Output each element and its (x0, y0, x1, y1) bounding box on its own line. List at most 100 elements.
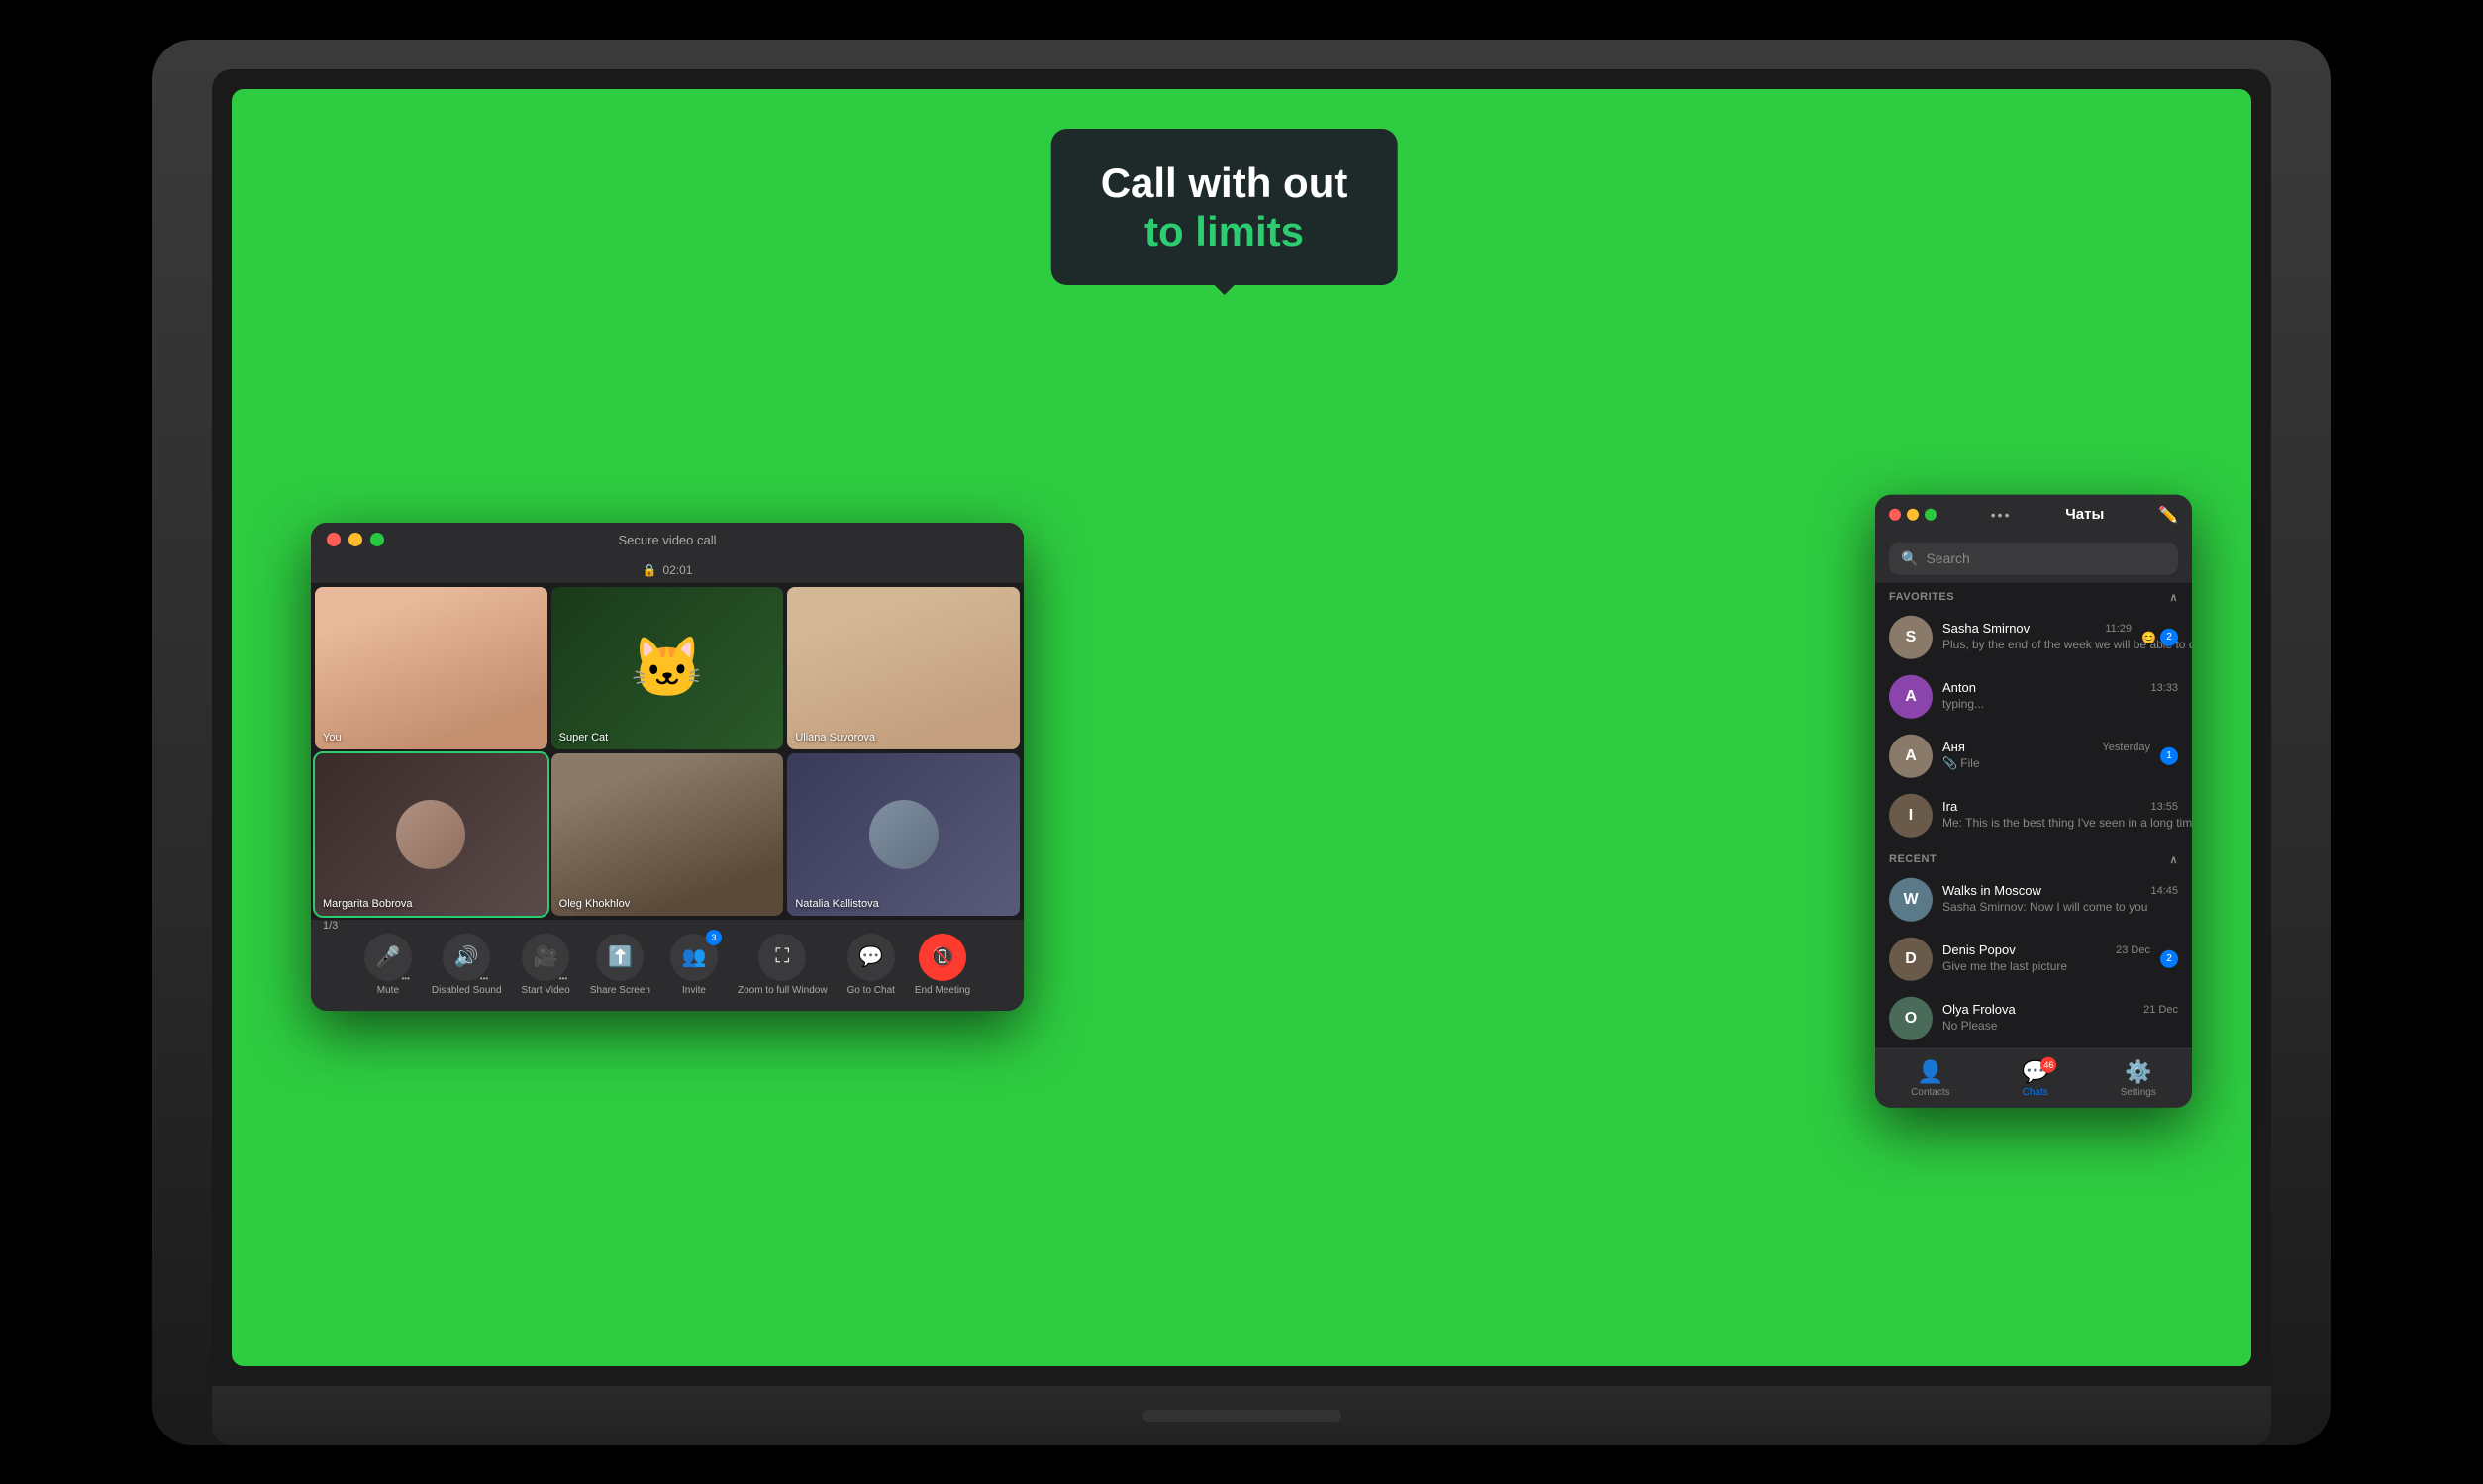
participant-supercat: 🐱 Super Cat (551, 586, 784, 748)
chat-time-anton: 13:33 (2150, 681, 2178, 693)
invite-icon: 👥 3 (670, 933, 718, 980)
chat-name-anton: Anton (1942, 680, 1976, 695)
chat-meta-sasha: 😊 2 (2141, 628, 2178, 645)
chat-preview-olya: No Please (1942, 1019, 1997, 1033)
invite-button[interactable]: 👥 3 Invite (670, 933, 718, 996)
chat-item-walks[interactable]: W Walks in Moscow 14:45 Sasha Smirnov: N… (1875, 869, 2192, 929)
chat-titlebar: ••• Чаты ✏️ (1875, 494, 2192, 534)
end-label: End Meeting (915, 984, 970, 996)
menu-dots-icon[interactable]: ••• (1991, 506, 2012, 522)
screen-bezel: Call with out to limits Secure video cal… (212, 69, 2271, 1386)
avatar-anton: A (1889, 674, 1933, 718)
laptop-bottom-bar (212, 1386, 2271, 1445)
chat-fullscreen-button[interactable] (1925, 508, 1937, 520)
chat-item-anton[interactable]: A Anton 13:33 typing... (1875, 666, 2192, 726)
settings-nav-icon: ⚙️ (2125, 1058, 2151, 1084)
sound-more-dots: ••• (480, 973, 488, 982)
label-oleg: Oleg Khokhlov (559, 897, 631, 909)
chat-preview-ira: Me: This is the best thing I've seen in … (1942, 816, 2192, 830)
chats-unread-badge: 46 (2040, 1056, 2056, 1072)
mute-icon: 🎤 ••• (364, 933, 412, 980)
recent-collapse-icon: ∧ (2169, 852, 2178, 865)
label-natalia: Natalia Kallistova (795, 897, 878, 909)
chat-close-button[interactable] (1889, 508, 1901, 520)
chat-sidebar: ••• Чаты ✏️ 🔍 Search FAVORITES ∧ (1875, 494, 2192, 1107)
share-icon: ⬆️ (596, 933, 644, 980)
chat-time-anya: Yesterday (2102, 741, 2150, 752)
chat-title: Чаты (2065, 506, 2104, 523)
participant-margarita: Margarita Bobrova (315, 752, 547, 915)
participant-oleg: Oleg Khokhlov (551, 752, 784, 915)
video-grid: You 🐱 Super Cat Uliana Suvorova (311, 582, 1024, 919)
end-meeting-button[interactable]: 📵 End Meeting (915, 933, 970, 996)
chat-info-sasha: Sasha Smirnov 11:29 Plus, by the end of … (1942, 621, 2132, 653)
zoom-label: Zoom to full Window (738, 984, 828, 996)
screen-content: Call with out to limits Secure video cal… (232, 89, 2251, 1366)
chat-item-olya[interactable]: O Olya Frolova 21 Dec No Please (1875, 988, 2192, 1047)
participant-natalia: Natalia Kallistova (787, 752, 1020, 915)
chats-badge-wrap: 💬 46 (2022, 1058, 2048, 1084)
traffic-lights (327, 533, 384, 546)
nav-chats[interactable]: 💬 46 Chats (2022, 1058, 2048, 1097)
participant-uliana: Uliana Suvorova (787, 586, 1020, 748)
video-more-dots: ••• (559, 973, 567, 982)
avatar-walks: W (1889, 877, 1933, 921)
tooltip-subtitle: to limits (1101, 208, 1348, 255)
chat-list-recent: W Walks in Moscow 14:45 Sasha Smirnov: N… (1875, 869, 2192, 1047)
zoom-button[interactable]: ⛶ Zoom to full Window (738, 933, 828, 996)
chat-preview-denis: Give me the last picture (1942, 959, 2067, 973)
avatar-sasha: S (1889, 615, 1933, 658)
chat-name-row-anya: Аня Yesterday (1942, 740, 2150, 754)
end-icon: 📵 (919, 933, 966, 980)
call-timer: 02:01 (662, 562, 692, 576)
fullscreen-button[interactable] (370, 533, 384, 546)
chat-item-denis[interactable]: D Denis Popov 23 Dec Give me the last pi… (1875, 929, 2192, 988)
contacts-nav-label: Contacts (1911, 1086, 1949, 1097)
tooltip-title: Call with out (1101, 158, 1348, 208)
chat-info-olya: Olya Frolova 21 Dec No Please (1942, 1002, 2178, 1035)
nav-contacts[interactable]: 👤 Contacts (1911, 1058, 1949, 1097)
label-margarita: Margarita Bobrova (323, 897, 413, 909)
avatar-denis: D (1889, 937, 1933, 980)
video-icon: 🎥 ••• (522, 933, 569, 980)
sound-button[interactable]: 🔊 ••• Disabled Sound (432, 933, 502, 996)
face-oleg (551, 752, 784, 915)
share-screen-button[interactable]: ⬆️ Share Screen (590, 933, 650, 996)
chat-name-row-sasha: Sasha Smirnov 11:29 (1942, 621, 2132, 636)
chat-time-walks: 14:45 (2150, 884, 2178, 896)
compose-icon[interactable]: ✏️ (2158, 504, 2178, 524)
avatar-margarita (396, 799, 465, 868)
chat-name-row-walks: Walks in Moscow 14:45 (1942, 883, 2178, 898)
chat-minimize-button[interactable] (1907, 508, 1919, 520)
chat-item-anya[interactable]: А Аня Yesterday 📎 File 1 (1875, 726, 2192, 785)
chat-preview-walks: Sasha Smirnov: Now I will come to you (1942, 900, 2147, 914)
unread-badge-anya: 1 (2160, 746, 2178, 764)
chat-label: Go to Chat (847, 984, 895, 996)
mute-button[interactable]: 🎤 ••• Mute (364, 933, 412, 996)
close-button[interactable] (327, 533, 341, 546)
search-input-wrap[interactable]: 🔍 Search (1889, 542, 2178, 574)
participant-you: You (315, 586, 547, 748)
timer-bar: 🔒 02:01 (311, 556, 1024, 582)
chat-time-denis: 23 Dec (2116, 943, 2150, 955)
face-uliana (787, 586, 1020, 748)
avatar-anya: А (1889, 734, 1933, 777)
search-bar: 🔍 Search (1875, 534, 2192, 582)
chat-item-sasha[interactable]: S Sasha Smirnov 11:29 Plus, by the end o… (1875, 607, 2192, 666)
minimize-button[interactable] (348, 533, 362, 546)
favorites-label: FAVORITES (1889, 591, 1954, 603)
zoom-icon: ⛶ (758, 933, 806, 980)
nav-settings[interactable]: ⚙️ Settings (2121, 1058, 2156, 1097)
favorites-header: FAVORITES ∧ (1875, 582, 2192, 607)
chat-info-walks: Walks in Moscow 14:45 Sasha Smirnov: Now… (1942, 883, 2178, 916)
invite-badge: 3 (706, 929, 722, 944)
video-button[interactable]: 🎥 ••• Start Video (522, 933, 570, 996)
video-titlebar: Secure video call (311, 522, 1024, 556)
chat-name-row-denis: Denis Popov 23 Dec (1942, 942, 2150, 957)
label-supercat: Super Cat (559, 731, 609, 742)
chat-item-ira[interactable]: I Ira 13:55 Me: This is the best thing I… (1875, 785, 2192, 844)
chat-info-anya: Аня Yesterday 📎 File (1942, 740, 2150, 772)
invite-label: Invite (682, 984, 706, 996)
chat-button[interactable]: 💬 Go to Chat (847, 933, 895, 996)
sound-icon: 🔊 ••• (443, 933, 490, 980)
